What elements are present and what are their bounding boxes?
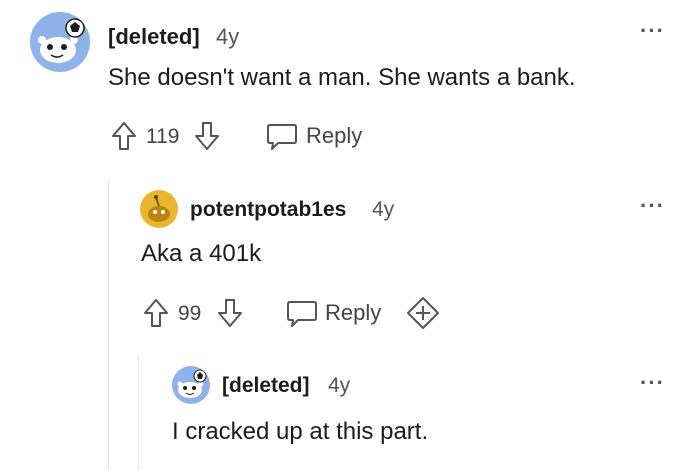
upvote-icon[interactable] <box>143 298 169 328</box>
reply-button[interactable]: Reply <box>325 300 381 326</box>
reply-button[interactable]: Reply <box>306 123 362 149</box>
comment-author[interactable]: [deleted] <box>222 374 310 398</box>
comment-author[interactable]: potentpotab1es <box>190 198 346 222</box>
more-options-icon[interactable]: ··· <box>640 20 665 42</box>
thread-line <box>108 180 109 470</box>
avatar[interactable] <box>30 12 90 72</box>
snoo-deleted-icon <box>177 369 207 398</box>
snoo-gold-icon <box>148 195 170 222</box>
avatar[interactable] <box>172 366 210 404</box>
comment-author[interactable]: [deleted] <box>108 24 200 50</box>
vote-count: 99 <box>178 302 202 325</box>
comment-body: I cracked up at this part. <box>172 418 429 445</box>
comment-age: 4y <box>372 198 395 221</box>
upvote-icon[interactable] <box>111 121 137 151</box>
thread-line <box>138 355 139 470</box>
comment-age: 4y <box>216 24 240 49</box>
reply-bubble-icon[interactable] <box>286 298 318 328</box>
comment-body: Aka a 401k <box>141 240 262 267</box>
expand-plus-icon[interactable] <box>406 296 440 330</box>
snoo-deleted-icon <box>38 18 85 63</box>
avatar[interactable] <box>140 190 178 228</box>
comment-age: 4y <box>328 374 351 397</box>
more-options-icon[interactable]: ··· <box>640 372 665 394</box>
downvote-icon[interactable] <box>217 298 243 328</box>
downvote-icon[interactable] <box>194 121 220 151</box>
vote-count: 119 <box>146 125 180 148</box>
more-options-icon[interactable]: ··· <box>640 195 665 217</box>
comment-body: She doesn't want a man. She wants a bank… <box>108 64 576 91</box>
reply-bubble-icon[interactable] <box>266 121 298 151</box>
